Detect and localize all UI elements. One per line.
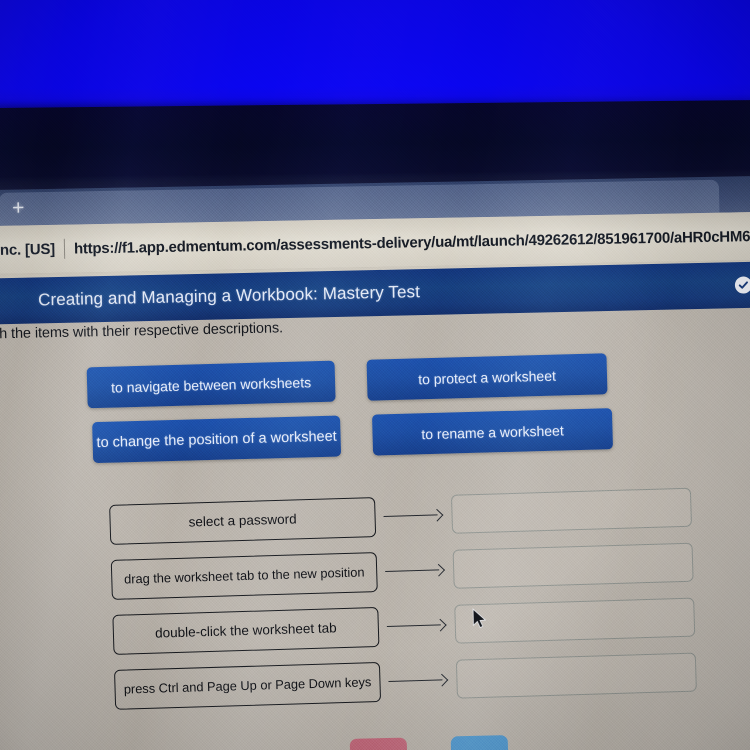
bottom-action-chips (349, 735, 509, 750)
mouse-pointer-icon (472, 608, 488, 630)
arrow-right-icon (385, 560, 448, 580)
answer-tile-navigate[interactable]: to navigate between worksheets (86, 360, 336, 409)
arrow-right-icon (388, 670, 451, 690)
arrow-right-icon (386, 615, 450, 635)
drop-zone-3[interactable] (454, 597, 696, 644)
screenshot-root: + , Inc. [US] https://f1.app.edmentum.co… (0, 0, 750, 750)
answer-tiles-row-1: to navigate between worksheets to protec… (86, 353, 628, 409)
new-tab-icon[interactable]: + (5, 195, 31, 221)
answer-tiles-pool: to navigate between worksheets to protec… (86, 353, 630, 478)
pink-chip[interactable] (349, 737, 408, 750)
drop-zone-4[interactable] (455, 652, 697, 699)
drop-zone-2[interactable] (452, 542, 694, 589)
arrow-right-icon (383, 505, 446, 525)
address-bar-divider (63, 238, 66, 259)
drop-zone-1[interactable] (450, 487, 693, 534)
page-title: Creating and Managing a Workbook: Master… (37, 282, 421, 310)
prompt-box-drag-tab: drag the worksheet tab to the new positi… (110, 551, 378, 600)
header-right-group[interactable]: S (734, 276, 750, 294)
matching-rows: select a password drag the worksheet tab… (109, 479, 715, 717)
answer-tiles-row-2: to change the position of a worksheet to… (92, 408, 629, 464)
answer-tile-protect[interactable]: to protect a worksheet (366, 353, 608, 401)
site-security-indicator: , Inc. [US] (0, 240, 56, 259)
address-bar-url[interactable]: https://f1.app.edmentum.com/assessments-… (74, 225, 750, 257)
prompt-box-select-password: select a password (109, 496, 377, 545)
prompt-box-double-click-tab: double-click the worksheet tab (112, 606, 380, 655)
check-circle-icon (734, 276, 750, 294)
monitor-blue-glare (0, 0, 750, 109)
prompt-box-ctrl-page-keys: press Ctrl and Page Up or Page Down keys (113, 661, 382, 710)
answer-tile-change-position[interactable]: to change the position of a worksheet (92, 415, 342, 464)
answer-tile-rename[interactable]: to rename a worksheet (371, 408, 614, 456)
blue-chip[interactable] (450, 735, 509, 750)
